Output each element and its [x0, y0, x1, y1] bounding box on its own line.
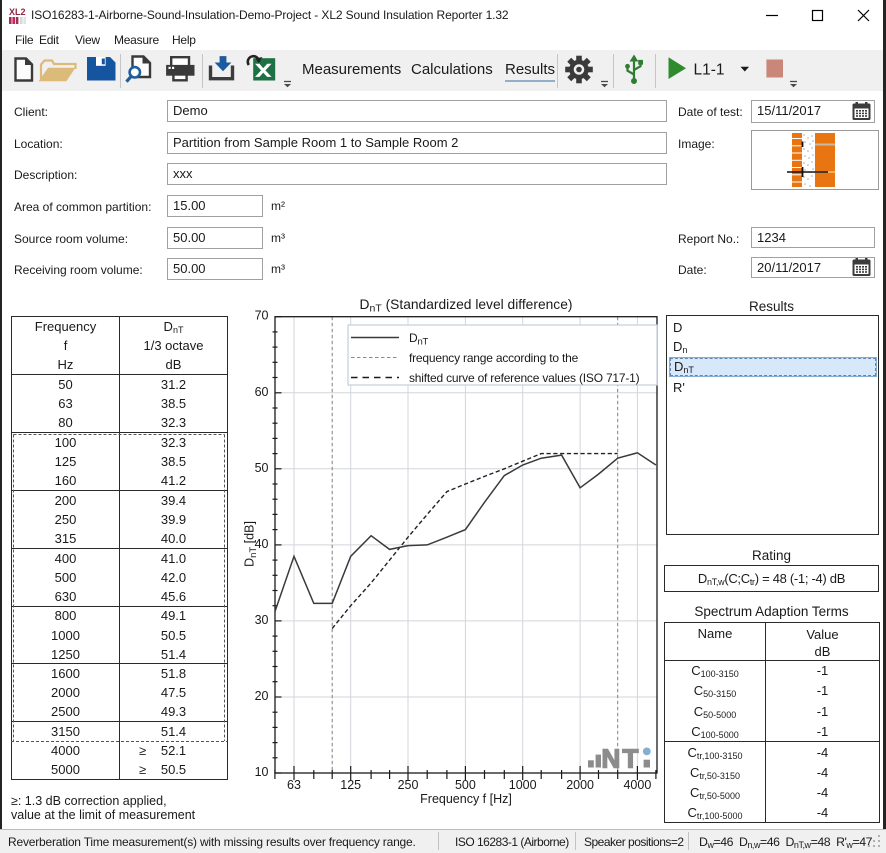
svg-text:125: 125 [340, 778, 361, 792]
svg-text:70: 70 [255, 309, 269, 323]
svg-text:DnT (Standardized level differ: DnT (Standardized level difference) [360, 297, 573, 315]
svg-text:4000: 4000 [623, 778, 651, 792]
svg-text:2000: 2000 [566, 778, 594, 792]
svg-text:10: 10 [255, 765, 269, 779]
svg-text:frequency range according to t: frequency range according to the [409, 351, 579, 365]
svg-text:63: 63 [287, 778, 301, 792]
svg-text:60: 60 [255, 385, 269, 399]
svg-text:250: 250 [398, 778, 419, 792]
svg-text:1000: 1000 [509, 778, 537, 792]
svg-text:NT: NT [602, 744, 641, 774]
svg-text:500: 500 [455, 778, 476, 792]
svg-text:30: 30 [255, 613, 269, 627]
svg-text:Frequency f [Hz]: Frequency f [Hz] [420, 792, 512, 806]
svg-text:20: 20 [255, 689, 269, 703]
svg-text:L1-1: L1-1 [694, 62, 725, 79]
svg-text:shifted curve of reference val: shifted curve of reference values (ISO 7… [409, 371, 640, 385]
svg-text:50: 50 [255, 461, 269, 475]
svg-text:XL2: XL2 [9, 7, 26, 17]
